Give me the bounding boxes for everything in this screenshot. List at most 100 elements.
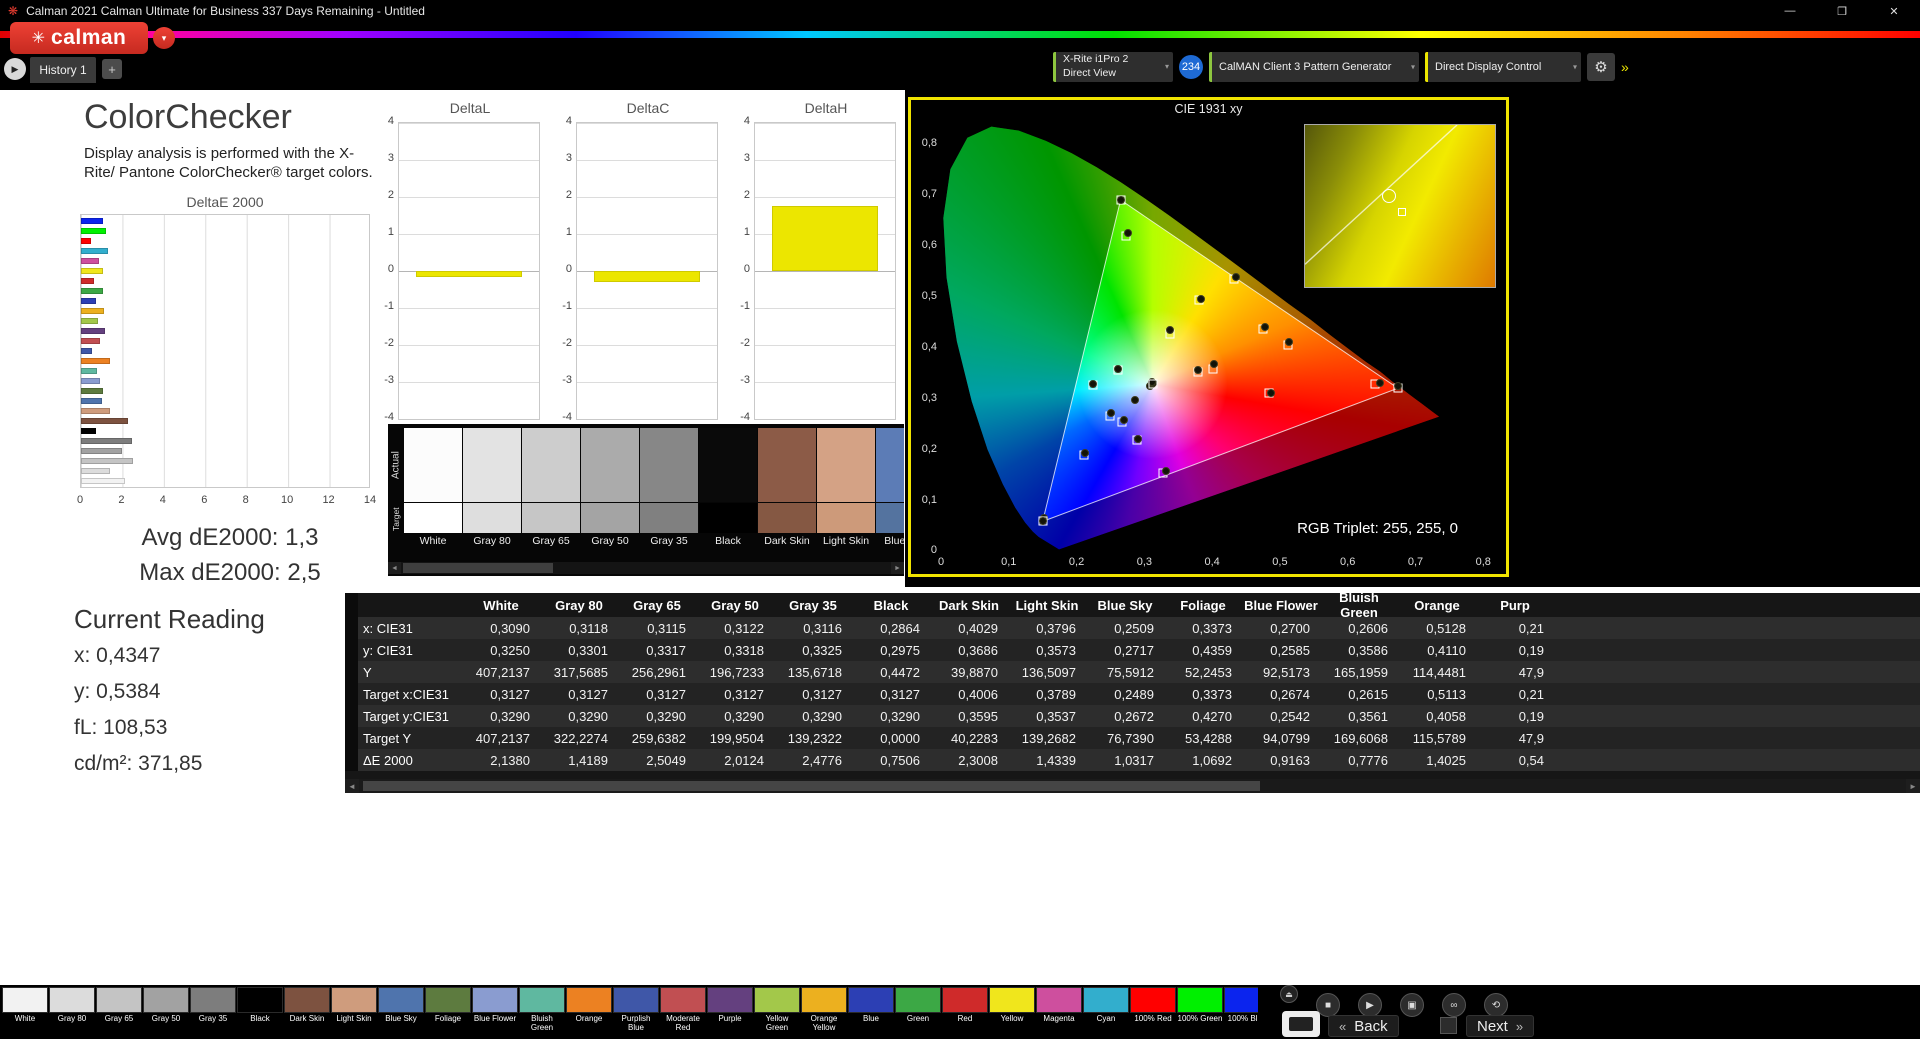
pattern-label: Gray 80 <box>57 1015 87 1023</box>
pattern-label: Dark Skin <box>289 1015 325 1023</box>
pattern-button[interactable]: Light Skin <box>331 987 377 1033</box>
table-row[interactable]: ΔE 2000 2,1380 1,4189 2,5049 2,0124 2,4776 0,7… <box>358 749 1920 771</box>
display-preview-button[interactable] <box>1282 1011 1320 1037</box>
table-row[interactable]: Y 407,2137 317,5685 256,2961 196,7233 135,671… <box>358 661 1920 683</box>
scroll-track[interactable] <box>401 562 891 574</box>
table-row[interactable]: x: CIE31 0,3090 0,3118 0,3115 0,3122 0,3116 0,… <box>358 617 1920 639</box>
pattern-button[interactable]: Yellow <box>989 987 1035 1033</box>
eject-button[interactable]: ⏏ <box>1280 985 1298 1003</box>
axis-tick-label: 0,3 <box>1136 556 1152 568</box>
scroll-track[interactable] <box>359 779 1906 793</box>
cie-panel: CIE 1931 xy RGB Triplet: 255, 255, 0 0,1… <box>908 97 1509 577</box>
strip-patch-label: Gray 35 <box>650 535 688 547</box>
strip-scrollbar[interactable]: ◄ ► <box>388 562 904 574</box>
strip-patch-label: Black <box>715 535 741 547</box>
meter-read-count-badge[interactable]: 234 <box>1179 55 1203 79</box>
pattern-button[interactable]: 100% Red <box>1130 987 1176 1033</box>
pattern-button[interactable]: Blue <box>848 987 894 1033</box>
back-button[interactable]: « Back <box>1328 1015 1399 1037</box>
pattern-label: Light Skin <box>336 1015 372 1023</box>
meter-dropdown[interactable]: X-Rite i1Pro 2 Direct View ▾ <box>1053 52 1173 82</box>
pattern-button[interactable]: Magenta <box>1036 987 1082 1033</box>
table-cell: 0,7776 <box>1348 752 1388 768</box>
continuous-measure-button[interactable]: ∞ <box>1442 993 1466 1017</box>
tab-nav-button[interactable]: ▶ <box>4 58 26 80</box>
pattern-button[interactable]: Black <box>237 987 283 1033</box>
axis-tick-label: 0 <box>743 263 750 275</box>
pattern-button[interactable]: Gray 65 <box>96 987 142 1033</box>
pattern-button[interactable]: Gray 80 <box>49 987 95 1033</box>
table-row[interactable]: Target y:CIE31 0,3290 0,3290 0,3290 0,3290 0,… <box>358 705 1920 727</box>
axis-tick-label: -4 <box>384 411 394 423</box>
pattern-button[interactable]: Orange Yellow <box>801 987 847 1033</box>
toolbar-more-button[interactable]: » <box>1621 52 1629 82</box>
close-button[interactable]: ✕ <box>1868 0 1920 22</box>
settings-gear-button[interactable]: ⚙ <box>1587 53 1615 81</box>
table-column-header: Black <box>873 597 909 613</box>
tab-history-1[interactable]: History 1 <box>30 57 96 83</box>
axis-tick-label: 0,7 <box>1407 556 1424 568</box>
logo-menu-button[interactable]: ▾ <box>153 27 175 49</box>
pattern-button[interactable]: Orange <box>566 987 612 1033</box>
table-cell: 53,4288 <box>1185 730 1232 746</box>
pattern-button[interactable]: Bluish Green <box>519 987 565 1033</box>
table-cell: 0,54 <box>1518 752 1544 768</box>
pattern-swatch <box>1130 987 1176 1013</box>
pattern-button[interactable]: Blue Sky <box>378 987 424 1033</box>
play-button[interactable]: ▶ <box>1358 993 1382 1017</box>
chevron-right-icon: » <box>1621 59 1629 75</box>
workflow-home-button[interactable] <box>1440 1017 1457 1034</box>
next-button[interactable]: Next » <box>1466 1015 1535 1037</box>
pattern-generator-dropdown[interactable]: CalMAN Client 3 Pattern Generator ▾ <box>1209 52 1419 82</box>
deltae-bar <box>81 358 110 364</box>
table-scrollbar[interactable]: ◄ ► <box>345 779 1920 793</box>
pattern-button[interactable]: Foliage <box>425 987 471 1033</box>
table-column-header: Orange <box>1414 597 1460 613</box>
add-tab-button[interactable]: + <box>102 59 122 79</box>
pattern-button[interactable]: White <box>2 987 48 1033</box>
pattern-button[interactable]: Gray 35 <box>190 987 236 1033</box>
axis-tick-label: 2 <box>387 189 394 201</box>
pattern-label: Black <box>250 1015 270 1023</box>
cie-measured-marker <box>1120 416 1129 425</box>
strip-target-swatch <box>699 503 757 533</box>
pattern-button[interactable]: Yellow Green <box>754 987 800 1033</box>
scroll-left-button[interactable]: ◄ <box>388 562 401 574</box>
pattern-button[interactable]: Green <box>895 987 941 1033</box>
capture-button[interactable]: ▣ <box>1400 993 1424 1017</box>
scroll-thumb[interactable] <box>363 781 1261 791</box>
calman-logo[interactable]: ✳ calman <box>10 22 148 54</box>
scroll-right-button[interactable]: ► <box>1906 779 1920 793</box>
pattern-button[interactable]: Dark Skin <box>284 987 330 1033</box>
table-cell: 322,2274 <box>553 730 608 746</box>
deltae-bar <box>81 308 105 314</box>
pattern-button[interactable]: Red <box>942 987 988 1033</box>
pattern-swatch <box>613 987 659 1013</box>
table-row[interactable]: Target x:CIE31 0,3127 0,3127 0,3127 0,3127 0,… <box>358 683 1920 705</box>
table-row[interactable]: Target Y 407,2137 322,2274 259,6382 199,9504… <box>358 727 1920 749</box>
axis-tick-label: 10 <box>281 494 294 506</box>
display-control-dropdown[interactable]: Direct Display Control ▾ <box>1425 52 1581 82</box>
scroll-right-button[interactable]: ► <box>891 562 904 574</box>
sync-button[interactable]: ⟲ <box>1484 993 1508 1017</box>
axis-tick-label: 0,5 <box>921 289 937 302</box>
pattern-label: Cyan <box>1096 1015 1116 1023</box>
minimize-button[interactable]: — <box>1764 0 1816 22</box>
pattern-button[interactable]: Gray 50 <box>143 987 189 1033</box>
scroll-thumb[interactable] <box>403 563 553 573</box>
pattern-button[interactable]: Moderate Red <box>660 987 706 1033</box>
pattern-swatch <box>1177 987 1223 1013</box>
delta-bar <box>771 206 879 271</box>
pattern-button[interactable]: Blue Flower <box>472 987 518 1033</box>
cie-measured-marker <box>1134 434 1143 443</box>
deltae-bar <box>81 418 129 424</box>
pattern-button[interactable]: 100% Green <box>1177 987 1223 1033</box>
pattern-button[interactable]: Purplish Blue <box>613 987 659 1033</box>
axis-tick-label: 4 <box>743 115 750 127</box>
pattern-button[interactable]: Cyan <box>1083 987 1129 1033</box>
pattern-button[interactable]: Purple <box>707 987 753 1033</box>
table-row[interactable]: y: CIE31 0,3250 0,3301 0,3317 0,3318 0,3325 0,… <box>358 639 1920 661</box>
scroll-left-button[interactable]: ◄ <box>345 779 359 793</box>
maximize-button[interactable]: ❐ <box>1816 0 1868 22</box>
table-body: x: CIE31 0,3090 0,3118 0,3115 0,3122 0,3116 0,… <box>358 617 1920 771</box>
